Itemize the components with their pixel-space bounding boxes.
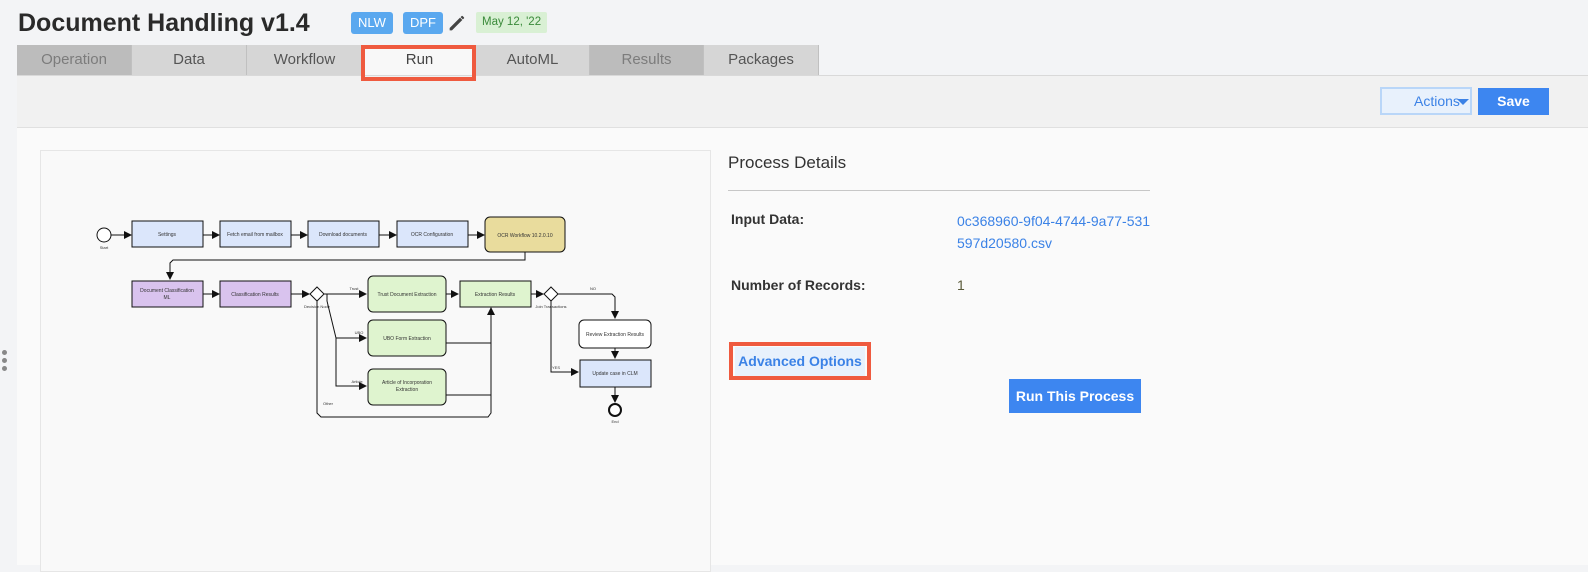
edge-yes-label: YES	[552, 365, 560, 370]
actions-button[interactable]: Actions	[1380, 87, 1472, 115]
edge-other-label: Other	[323, 401, 334, 406]
gateway-join[interactable]	[543, 286, 559, 302]
run-process-button[interactable]: Run This Process	[1009, 379, 1141, 413]
edge-no-label: NO	[590, 286, 596, 291]
end-event[interactable]	[608, 403, 622, 417]
task-fetch-email-label: Fetch email from mailbox	[227, 232, 283, 238]
task-ocr-config-label: OCR Configuration	[411, 232, 453, 238]
task-class-results-label: Classification Results	[231, 292, 279, 298]
toolbar: Actions Save	[17, 76, 1588, 128]
workflow-diagram-svg: Start Settings Fetch email from mailbox …	[96, 216, 652, 424]
task-settings-label: Settings	[158, 232, 177, 238]
edge-article-label: Article	[351, 379, 363, 384]
save-button[interactable]: Save	[1478, 88, 1549, 115]
highlight-advanced-options	[729, 342, 871, 380]
date-badge: May 12, '22	[476, 12, 548, 33]
task-extraction-results-label: Extraction Results	[475, 292, 516, 298]
task-ubo-label: UBO Form Extraction	[383, 336, 431, 342]
tab-packages[interactable]: Packages	[704, 45, 819, 75]
task-ocr-workflow-label: OCR Workflow 10.2.0.10	[497, 233, 552, 239]
task-download-label: Download documents	[319, 232, 368, 238]
workflow-diagram: Start Settings Fetch email from mailbox …	[40, 150, 711, 572]
records-label: Number of Records:	[731, 277, 866, 293]
run-content: Actions Save Start Settings Fetch email …	[17, 75, 1588, 572]
badge-nlw: NLW	[351, 12, 393, 34]
process-details-title: Process Details	[728, 153, 847, 172]
task-article-label-1: Article of Incorporation	[382, 380, 432, 386]
input-data-label: Input Data:	[731, 211, 805, 227]
badge-dpf: DPF	[403, 12, 443, 34]
actions-label: Actions	[1414, 93, 1460, 109]
chevron-down-icon	[1457, 99, 1469, 105]
tab-workflow[interactable]: Workflow	[247, 45, 363, 75]
edge-ubo-label: UBO	[355, 330, 364, 335]
highlight-run-tab	[361, 45, 476, 81]
task-doc-class-label-1: Document Classification	[140, 288, 194, 294]
divider	[728, 190, 1150, 191]
tab-data[interactable]: Data	[132, 45, 247, 75]
drag-handle-icon[interactable]	[2, 350, 8, 374]
edge-trust-label: Trust	[350, 286, 360, 291]
task-review-label: Review Extraction Results	[586, 332, 645, 338]
tab-operation[interactable]: Operation	[17, 45, 132, 75]
title-row: Document Handling v1.4 NLW DPF May 12, '…	[18, 8, 1578, 40]
tab-automl[interactable]: AutoML	[476, 45, 590, 75]
task-doc-classification[interactable]	[131, 280, 204, 308]
end-label: End	[611, 419, 618, 424]
input-data-link[interactable]: 0c368960-9f04-4744-9a77-531597d20580.csv	[957, 210, 1157, 254]
gateway-decision[interactable]	[309, 286, 325, 302]
start-event[interactable]	[96, 227, 112, 243]
tab-results[interactable]: Results	[590, 45, 704, 75]
page-title: Document Handling v1.4	[18, 9, 310, 37]
edit-icon[interactable]	[446, 12, 468, 34]
task-article-label-2: Extraction	[396, 387, 418, 393]
records-value: 1	[957, 277, 965, 293]
start-label: Start	[100, 245, 109, 250]
task-trust-label: Trust Document Extraction	[377, 292, 436, 298]
task-update-clm-label: Update case in CLM	[592, 371, 637, 377]
task-doc-class-label-2: ML	[164, 295, 171, 301]
